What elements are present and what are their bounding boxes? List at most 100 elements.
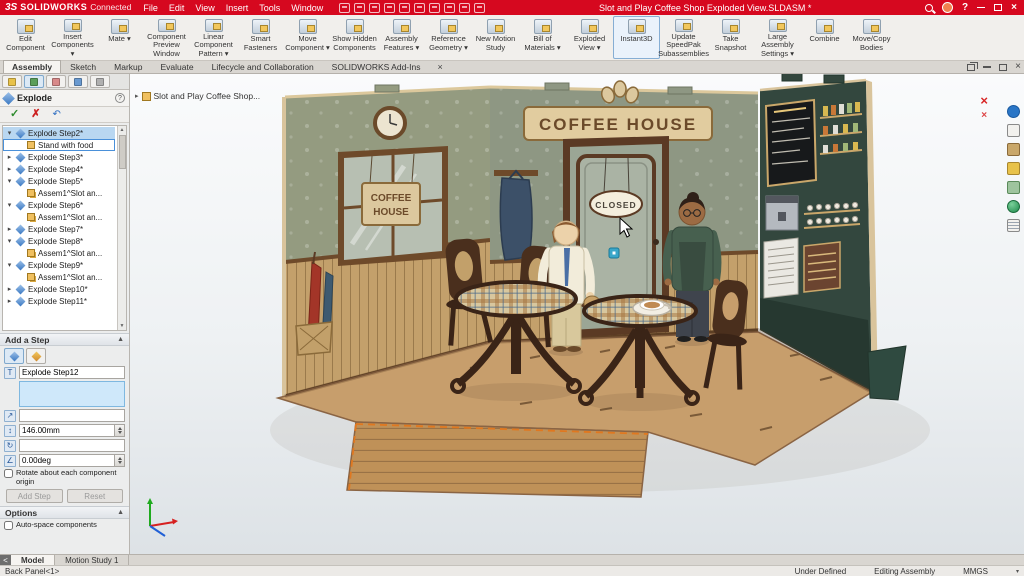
menu-insert[interactable]: Insert [221,3,254,13]
rotation-axis-input[interactable] [19,439,125,452]
ribbon-button-move-component[interactable]: Move Component ▾ [284,16,331,59]
options-header[interactable]: Options ▲ [0,506,129,519]
ribbon-button-large-assembly-settings[interactable]: Large Assembly Settings ▾ [754,16,801,59]
move-handle-icon[interactable] [609,248,619,258]
custom-properties-icon[interactable] [1007,219,1020,232]
ribbon-button-bill-of-materials[interactable]: Bill of Materials ▾ [519,16,566,59]
cancel-button[interactable]: ✗ [31,109,40,120]
tree-item[interactable]: ▾Explode Step5* [3,175,115,187]
options-gear-icon[interactable] [474,3,485,13]
maximize-window-icon[interactable] [999,64,1007,71]
tab-markup[interactable]: Markup [105,60,151,73]
ribbon-button-linear-component-pattern[interactable]: Linear Component Pattern ▾ [190,16,237,59]
minimize-icon[interactable] [977,7,985,9]
exit-command-icon[interactable]: × [981,111,987,121]
add-a-step-header[interactable]: Add a Step ▲ [0,333,129,346]
ribbon-button-exploded-view[interactable]: Exploded View ▾ [566,16,613,59]
search-icon[interactable] [925,4,933,12]
print-icon[interactable] [384,3,395,13]
ribbon-button-take-snapshot[interactable]: Take Snapshot [707,16,754,59]
cancel-command-icon[interactable]: × [980,94,988,107]
appearances-icon[interactable] [1007,200,1020,213]
chevron-right-icon[interactable]: ▸ [6,153,13,161]
floor-ramp[interactable] [347,422,648,497]
file-explorer-icon[interactable] [1007,162,1020,175]
tree-item[interactable]: Assem1^Slot an... [3,187,115,199]
displaymanager-tab[interactable] [68,75,88,88]
menu-view[interactable]: View [190,3,219,13]
tree-item[interactable]: ▾Explode Step6* [3,199,115,211]
ribbon-button-insert-components[interactable]: Insert Components ▾ [49,16,96,59]
viewport[interactable]: COFFEE HOUSE [130,74,1024,554]
scroll-down-icon[interactable]: ▼ [120,322,125,330]
ribbon-button-combine[interactable]: Combine [801,16,848,59]
panel-help-icon[interactable]: ? [115,93,125,103]
file-properties-icon[interactable] [459,3,470,13]
tab-evaluate[interactable]: Evaluate [152,60,203,73]
rotation-angle-input[interactable] [19,454,115,467]
ribbon-button-reference-geometry[interactable]: Reference Geometry ▾ [425,16,472,59]
commandmanager-close-icon[interactable]: × [437,61,442,73]
ok-button[interactable]: ✓ [10,109,19,120]
chevron-down-icon[interactable]: ▾ [6,261,13,269]
chevron-down-icon[interactable]: ▾ [6,237,13,245]
menu-window[interactable]: Window [286,3,328,13]
cam-tab[interactable] [90,75,110,88]
ribbon-button-show-hidden-components[interactable]: Show Hidden Components [331,16,378,59]
tree-item[interactable]: ▸Explode Step3* [3,151,115,163]
doc-tab-model[interactable]: Model [11,555,55,565]
step-name-input[interactable] [19,366,125,379]
open-file-icon[interactable] [354,3,365,13]
chevron-down-icon[interactable]: ▾ [6,201,13,209]
ribbon-button-instant3d[interactable]: Instant3D [613,16,660,59]
explode-distance-input[interactable] [19,424,115,437]
ribbon-button-edit-component[interactable]: Edit Component [2,16,49,59]
tree-item[interactable]: Assem1^Slot an... [3,211,115,223]
shop-window[interactable]: COFFEE HOUSE [338,146,448,266]
restore-window-icon[interactable] [967,64,975,71]
tree-item[interactable]: ▾Explode Step2* [3,127,115,139]
propertymanager-tab[interactable] [24,75,44,88]
tab-lifecycle-and-collaboration[interactable]: Lifecycle and Collaboration [203,60,323,73]
ribbon-button-mate[interactable]: Mate ▾ [96,16,143,59]
components-to-explode-box[interactable] [19,381,125,407]
graphics-area[interactable]: COFFEE HOUSE [130,74,1024,554]
undo-button[interactable]: ↶ [52,110,60,120]
chevron-down-icon[interactable]: ▾ [6,177,13,185]
chevron-down-icon[interactable]: ▾ [6,129,13,137]
tab-scroll-left[interactable]: < [0,555,11,565]
chevron-right-icon[interactable]: ▸ [6,285,13,293]
home-icon[interactable] [1007,105,1020,118]
redo-icon[interactable] [414,3,425,13]
view-palette-icon[interactable] [1007,181,1020,194]
chevron-right-icon[interactable]: ▸ [6,165,13,173]
angle-spinner[interactable] [115,454,125,467]
ribbon-button-move-copy-bodies[interactable]: Move/Copy Bodies [848,16,895,59]
ribbon-button-smart-fasteners[interactable]: Smart Fasteners [237,16,284,59]
tree-item[interactable]: Stand with food [3,139,115,151]
menu-edit[interactable]: Edit [164,3,190,13]
scroll-up-icon[interactable]: ▲ [120,126,125,134]
menu-tools[interactable]: Tools [254,3,285,13]
right-floor-tab[interactable] [868,346,906,400]
tree-item[interactable]: ▸Explode Step10* [3,283,115,295]
rotate-origin-checkbox[interactable] [4,469,13,478]
menu-file[interactable]: File [138,3,163,13]
save-icon[interactable] [369,3,380,13]
reset-button[interactable]: Reset [67,489,124,503]
expand-icon[interactable]: ▸ [135,92,139,100]
radial-step-button[interactable] [26,348,46,364]
new-file-icon[interactable] [339,3,350,13]
tree-item[interactable]: ▸Explode Step4* [3,163,115,175]
units-dropdown-icon[interactable]: ▾ [1016,568,1019,575]
tab-assembly[interactable]: Assembly [3,60,61,73]
regular-step-button[interactable] [4,348,24,364]
ribbon-button-component-preview-window[interactable]: Component Preview Window [143,16,190,59]
tab-solidworks-add-ins[interactable]: SOLIDWORKS Add-Ins [323,60,430,73]
feature-tree-flyout[interactable]: ▸ Slot and Play Coffee Shop... [135,91,260,101]
scroll-thumb[interactable] [119,135,126,169]
unit-system[interactable]: MMGS [963,567,988,576]
chevron-right-icon[interactable]: ▸ [6,225,13,233]
ribbon-button-new-motion-study[interactable]: New Motion Study [472,16,519,59]
tab-sketch[interactable]: Sketch [61,60,105,73]
